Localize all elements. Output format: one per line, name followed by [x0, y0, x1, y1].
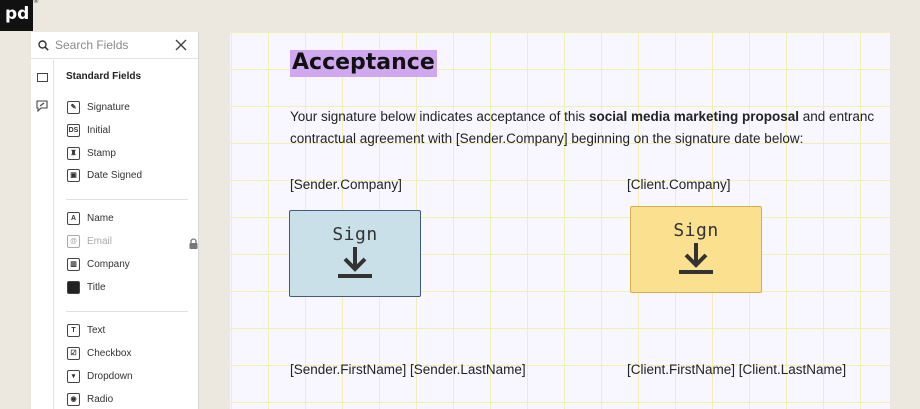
field-label: Initial	[87, 124, 111, 136]
search-icon	[31, 39, 55, 51]
field-checkbox[interactable]: ☑ Checkbox	[67, 346, 131, 360]
text-icon: T	[67, 323, 80, 337]
initial-icon: DS	[67, 123, 80, 137]
search-input[interactable]	[55, 38, 165, 52]
building-icon: ▥	[67, 257, 80, 271]
sender-name-field[interactable]: [Sender.FirstName] [Sender.LastName]	[290, 362, 526, 377]
field-label: Title	[87, 281, 106, 293]
document-canvas: Acceptance Your signature below indicate…	[230, 32, 890, 409]
field-label: Stamp	[87, 147, 116, 159]
field-label: Date Signed	[87, 169, 143, 181]
field-name[interactable]: A Name	[67, 211, 114, 225]
person-icon: A	[67, 211, 80, 225]
registered-mark: ®	[33, 0, 39, 5]
logo-text: pd	[5, 4, 30, 24]
sign-label: Sign	[332, 223, 378, 245]
comment-pen-icon[interactable]	[34, 98, 50, 114]
checkbox-icon: ☑	[67, 346, 80, 360]
client-name-field[interactable]: [Client.FirstName] [Client.LastName]	[627, 362, 846, 377]
field-label: Name	[87, 212, 114, 224]
field-company[interactable]: ▥ Company	[67, 257, 130, 271]
field-label: Text	[87, 324, 106, 336]
divider	[66, 199, 188, 200]
field-date-signed[interactable]: ▣ Date Signed	[67, 168, 142, 182]
calendar-icon: ▣	[67, 168, 80, 182]
field-radio[interactable]: ◉ Radio	[67, 392, 113, 406]
standard-fields-list: Standard Fields ✎ Signature DS Initial ♜…	[53, 60, 199, 409]
field-label: Checkbox	[87, 347, 132, 359]
client-signature-field[interactable]: Sign	[630, 206, 762, 293]
field-label: Email	[87, 235, 113, 247]
document-heading: Acceptance	[290, 50, 437, 77]
search-bar	[31, 32, 198, 59]
paragraph-bold-text: social media marketing proposal	[588, 109, 800, 124]
standard-fields-title: Standard Fields	[66, 71, 142, 82]
client-company-field[interactable]: [Client.Company]	[627, 177, 731, 192]
field-label: Company	[87, 258, 130, 270]
briefcase-icon: ■	[67, 280, 80, 294]
field-text[interactable]: T Text	[67, 323, 105, 337]
close-icon[interactable]	[174, 38, 188, 52]
field-email: @ Email	[67, 234, 112, 248]
field-label: Radio	[87, 393, 114, 405]
at-icon: @	[67, 234, 80, 248]
dropdown-icon: ▾	[67, 369, 80, 383]
field-dropdown[interactable]: ▾ Dropdown	[67, 369, 133, 383]
fields-tab-icon[interactable]	[34, 69, 50, 85]
sign-label: Sign	[673, 219, 719, 241]
pandadoc-logo: pd ®	[0, 0, 39, 31]
pen-icon: ✎	[67, 100, 80, 114]
radio-icon: ◉	[67, 392, 80, 406]
panel-rail	[31, 60, 53, 409]
paragraph-text: and entranc	[799, 109, 875, 124]
field-signature[interactable]: ✎ Signature	[67, 100, 130, 114]
field-label: Signature	[87, 101, 130, 113]
divider	[66, 311, 188, 312]
field-title[interactable]: ■ Title	[67, 280, 106, 294]
field-label: Dropdown	[87, 370, 133, 382]
field-initial[interactable]: DS Initial	[67, 123, 110, 137]
sender-signature-field[interactable]: Sign	[289, 210, 421, 297]
paragraph-text: contractual agreement with [Sender.Compa…	[290, 131, 804, 146]
sender-company-field[interactable]: [Sender.Company]	[290, 177, 402, 192]
fields-panel: Standard Fields ✎ Signature DS Initial ♜…	[31, 32, 199, 409]
lock-icon	[188, 236, 199, 249]
field-stamp[interactable]: ♜ Stamp	[67, 146, 116, 160]
paragraph-text: Your signature below indicates acceptanc…	[290, 109, 589, 124]
download-arrow-icon	[337, 245, 373, 284]
stamp-icon: ♜	[67, 146, 80, 160]
download-arrow-icon	[678, 241, 714, 280]
acceptance-paragraph: Your signature below indicates acceptanc…	[290, 106, 890, 150]
